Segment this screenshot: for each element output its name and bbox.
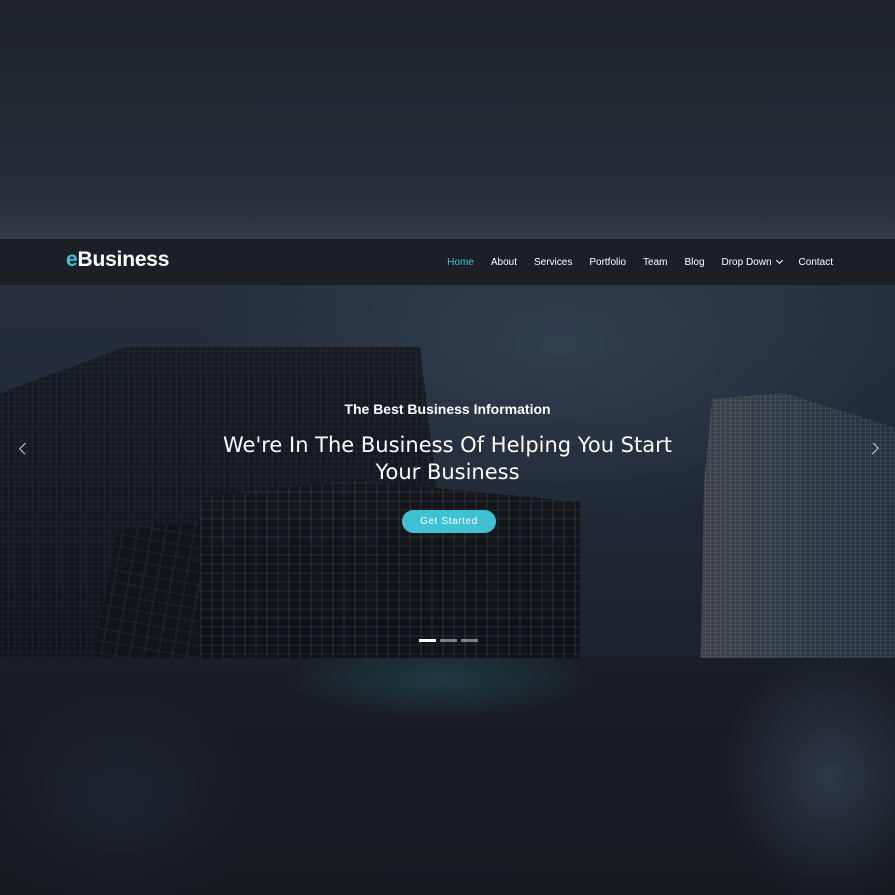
- nav-link-home[interactable]: Home: [447, 257, 474, 268]
- logo-text: Business: [77, 248, 170, 271]
- main-nav: Home About Services Portfolio Team Blog …: [447, 239, 833, 285]
- carousel-prev-button[interactable]: [17, 440, 32, 456]
- chevron-down-icon: [775, 256, 783, 265]
- blurred-backdrop-bottom: [0, 658, 895, 895]
- nav-item-services: Services: [534, 257, 572, 268]
- navbar: eBusiness Home About Services Portfolio …: [0, 238, 895, 285]
- nav-item-home: Home: [447, 257, 474, 268]
- blurred-backdrop-top: [0, 0, 895, 238]
- nav-link-portfolio[interactable]: Portfolio: [589, 257, 626, 268]
- carousel-indicator-2[interactable]: [440, 639, 457, 642]
- nav-link-team[interactable]: Team: [643, 257, 667, 268]
- nav-link-services[interactable]: Services: [534, 257, 572, 268]
- screenshot-stage: eBusiness Home About Services Portfolio …: [0, 0, 895, 895]
- nav-link-about[interactable]: About: [491, 257, 517, 268]
- hero-subtitle: The Best Business Information: [344, 401, 551, 417]
- nav-link-dropdown[interactable]: Drop Down: [721, 256, 783, 268]
- nav-item-portfolio: Portfolio: [589, 257, 626, 268]
- nav-item-dropdown: Drop Down: [721, 256, 783, 268]
- chevron-right-icon: [866, 441, 880, 455]
- website-frame: eBusiness Home About Services Portfolio …: [0, 238, 895, 658]
- hero-carousel: The Best Business Information We're In T…: [0, 285, 895, 658]
- nav-dropdown-label: Drop Down: [721, 256, 772, 268]
- logo-accent: e: [66, 248, 78, 271]
- nav-item-team: Team: [643, 257, 667, 268]
- nav-item-blog: Blog: [684, 257, 704, 268]
- get-started-button[interactable]: Get Started: [402, 510, 496, 533]
- carousel-next-button[interactable]: [866, 440, 881, 456]
- site-logo[interactable]: eBusiness: [66, 248, 169, 272]
- carousel-indicator-1[interactable]: [419, 639, 436, 642]
- hero-headline: We're In The Business Of Helping You Sta…: [223, 433, 672, 484]
- nav-link-blog[interactable]: Blog: [684, 257, 704, 268]
- hero-content: The Best Business Information We're In T…: [0, 285, 895, 658]
- nav-item-contact: Contact: [799, 257, 833, 268]
- nav-item-about: About: [491, 257, 517, 268]
- nav-link-contact[interactable]: Contact: [799, 257, 833, 268]
- carousel-indicators: [419, 639, 478, 642]
- carousel-indicator-3[interactable]: [461, 639, 478, 642]
